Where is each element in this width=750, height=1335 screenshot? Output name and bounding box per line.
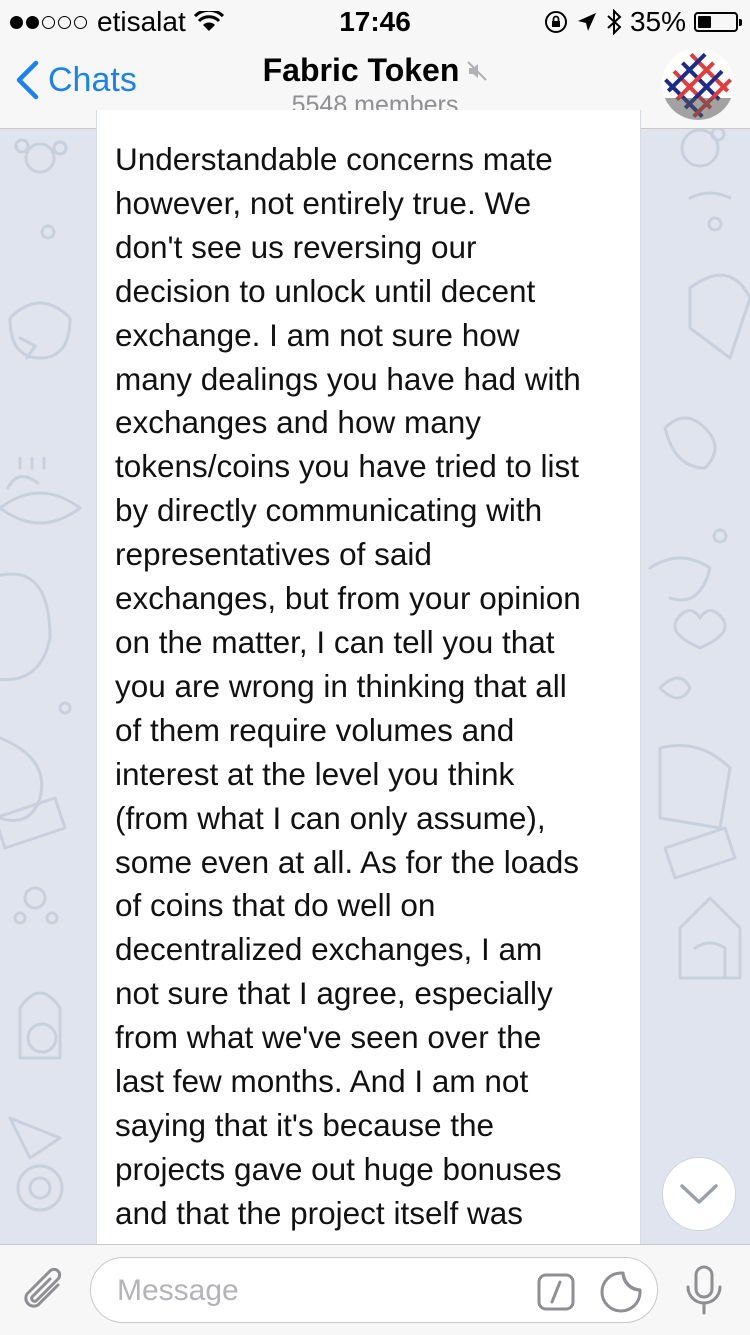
- battery-percent: 35%: [629, 6, 686, 37]
- voice-message-button[interactable]: [684, 1265, 724, 1322]
- speaker-muted-icon: [467, 60, 488, 81]
- sticker-icon: [600, 1271, 642, 1313]
- attach-button[interactable]: [20, 1265, 68, 1320]
- paperclip-icon: [24, 1267, 62, 1308]
- message-bubble[interactable]: Understandable concerns mate however, no…: [96, 110, 641, 1244]
- fabric-logo-icon: [662, 48, 734, 120]
- message-text: Understandable concerns mate however, no…: [115, 141, 581, 1231]
- battery-icon: [694, 12, 742, 32]
- status-bar: etisalat 17:46 35%: [0, 0, 750, 40]
- bluetooth-icon: [607, 9, 622, 35]
- message-input-bar: [0, 1244, 750, 1335]
- message-field[interactable]: [90, 1257, 658, 1324]
- chat-title: Fabric Token: [262, 52, 460, 88]
- scroll-to-bottom-button[interactable]: [662, 1157, 736, 1231]
- sticker-button[interactable]: [599, 1270, 643, 1319]
- message-input[interactable]: [115, 1258, 519, 1324]
- location-arrow-icon: [577, 13, 596, 31]
- slash-command-icon: [537, 1273, 575, 1311]
- chevron-down-icon: [680, 1184, 718, 1204]
- rotation-lock-icon: [544, 11, 567, 33]
- microphone-icon: [686, 1265, 722, 1315]
- group-avatar[interactable]: [662, 48, 734, 120]
- battery-fill: [698, 16, 711, 28]
- bot-command-button[interactable]: [536, 1272, 576, 1317]
- status-right: 35%: [544, 6, 742, 38]
